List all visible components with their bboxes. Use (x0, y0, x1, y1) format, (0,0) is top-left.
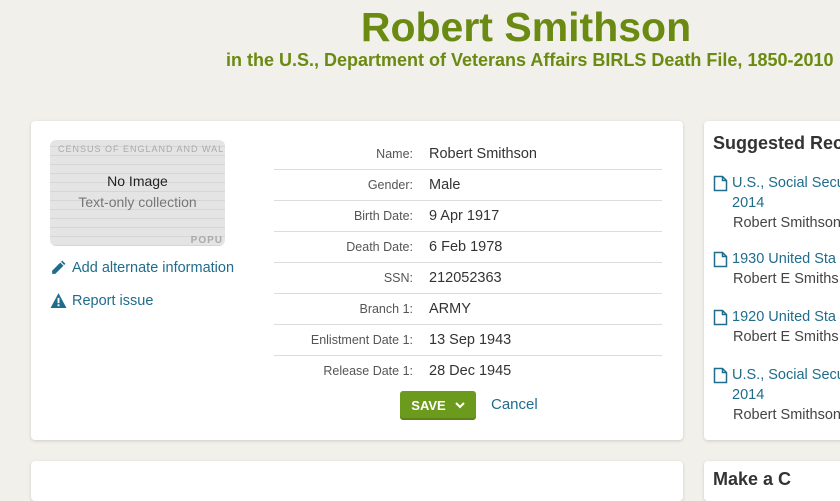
fact-row-death-date: Death Date: 6 Feb 1978 (274, 232, 662, 263)
chevron-down-icon (455, 402, 465, 409)
fact-row-release-date: Release Date 1: 28 Dec 1945 (274, 356, 662, 386)
suggested-record-item[interactable]: U.S., Social Secu 2014 Robert Smithson (713, 173, 840, 233)
fact-value: Robert Smithson (429, 146, 537, 162)
page-title: Robert Smithson (360, 4, 692, 50)
fact-value: 9 Apr 1917 (429, 208, 500, 224)
document-icon (713, 367, 728, 384)
report-issue-link[interactable]: Report issue (50, 292, 153, 309)
suggested-record-link-cont[interactable]: 2014 (732, 385, 840, 405)
fact-label: Name: (376, 147, 413, 161)
suggested-record-link[interactable]: 1930 United Sta (732, 249, 836, 269)
fact-row-name: Name: Robert Smithson (274, 139, 662, 170)
fact-row-branch: Branch 1: ARMY (274, 294, 662, 325)
record-facts-table: Name: Robert Smithson Gender: Male Birth D… (274, 139, 662, 386)
suggested-records-panel: Suggested Reco U.S., Social Secu 2014 Rob… (704, 121, 840, 440)
fact-label: Enlistment Date 1: (310, 333, 413, 347)
thumbnail-footer-text: POPU (190, 235, 223, 246)
fact-value: 212052363 (429, 270, 502, 286)
secondary-card (31, 461, 683, 501)
add-alternate-info-label: Add alternate information (72, 259, 235, 276)
cancel-button[interactable]: Cancel (491, 396, 538, 413)
secondary-side-title: Make a C (713, 469, 792, 489)
suggested-record-person: Robert E Smiths (733, 271, 839, 287)
no-image-label: No Image (107, 173, 168, 189)
record-card: CENSUS OF ENGLAND AND WALES No Image Tex… (31, 121, 683, 440)
suggested-record-item[interactable]: 1920 United Sta Robert E Smiths (713, 307, 840, 347)
suggested-record-link[interactable]: U.S., Social Secu (732, 173, 840, 193)
text-only-label: Text-only collection (78, 194, 197, 210)
suggested-record-item[interactable]: 1930 United Sta Robert E Smiths (713, 249, 840, 289)
fact-value: 6 Feb 1978 (429, 239, 503, 255)
suggested-record-link[interactable]: U.S., Social Secu (732, 365, 840, 385)
fact-label: Release Date 1: (323, 364, 413, 378)
fact-row-enlistment-date: Enlistment Date 1: 13 Sep 1943 (274, 325, 662, 356)
fact-label: Birth Date: (353, 209, 413, 223)
document-icon (713, 251, 728, 268)
suggested-record-link-cont[interactable]: 2014 (732, 193, 840, 213)
fact-label: Death Date: (346, 240, 413, 254)
fact-row-gender: Gender: Male (274, 170, 662, 201)
suggested-records-title: Suggested Reco (713, 133, 840, 153)
document-icon (713, 309, 728, 326)
fact-value: 13 Sep 1943 (429, 332, 512, 348)
suggested-record-item[interactable]: U.S., Social Secu 2014 Robert Smithson (713, 365, 840, 425)
fact-row-ssn: SSN: 212052363 (274, 263, 662, 294)
fact-label: Branch 1: (359, 302, 413, 316)
secondary-side-card: Make a C (704, 461, 840, 501)
suggested-record-person: Robert Smithson (733, 215, 840, 231)
document-icon (713, 175, 728, 192)
add-alternate-info-link[interactable]: Add alternate information (50, 259, 234, 276)
collection-subtitle[interactable]: in the U.S., Department of Veterans Affa… (226, 50, 834, 71)
report-issue-label: Report issue (72, 292, 154, 309)
fact-label: Gender: (367, 178, 413, 192)
suggested-record-person: Robert E Smiths (733, 329, 839, 345)
thumbnail-header-text: CENSUS OF ENGLAND AND WALES (58, 144, 225, 154)
warning-icon (50, 293, 67, 308)
record-image-placeholder: CENSUS OF ENGLAND AND WALES No Image Tex… (50, 140, 225, 246)
fact-value: 28 Dec 1945 (429, 363, 512, 379)
suggested-record-person: Robert Smithson (733, 407, 840, 423)
fact-value: ARMY (429, 301, 471, 317)
save-button-label: SAVE (411, 398, 446, 413)
save-button[interactable]: SAVE (400, 391, 476, 420)
fact-value: Male (429, 177, 461, 193)
fact-row-birth-date: Birth Date: 9 Apr 1917 (274, 201, 662, 232)
fact-label: SSN: (383, 271, 413, 285)
suggested-record-link[interactable]: 1920 United Sta (732, 307, 836, 327)
pencil-icon (52, 260, 66, 274)
